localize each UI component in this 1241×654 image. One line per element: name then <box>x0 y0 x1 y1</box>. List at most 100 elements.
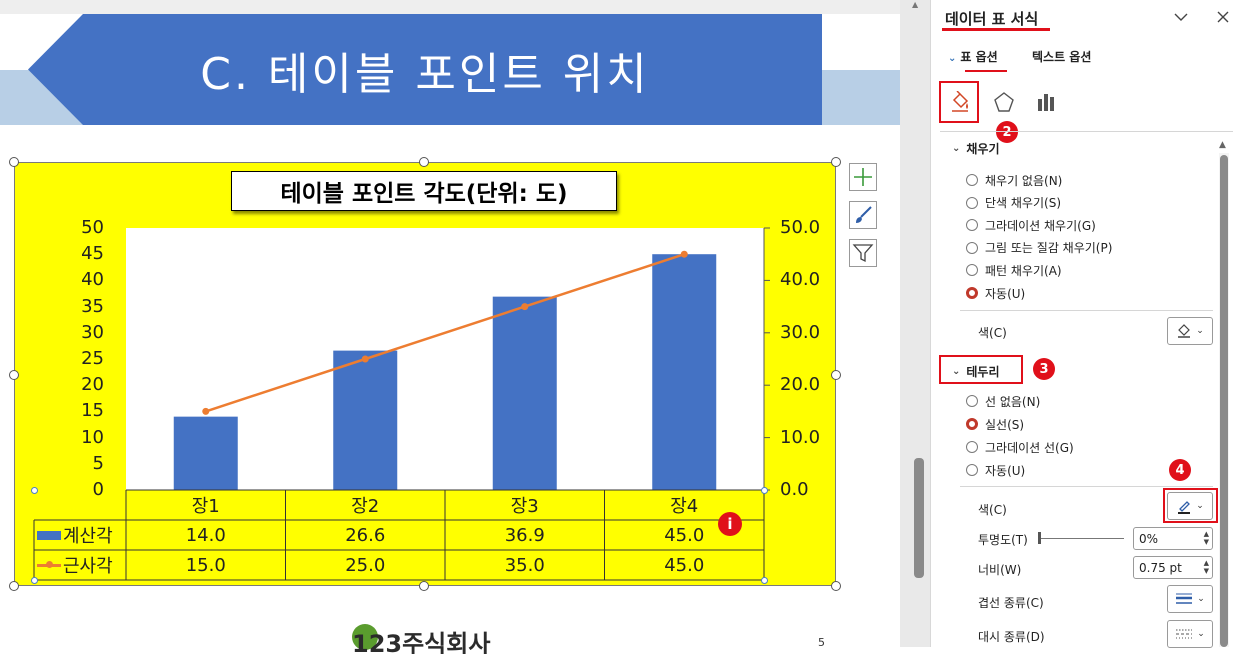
border-radio-option[interactable]: 실선(S) <box>966 416 1024 432</box>
radio-button[interactable] <box>966 395 978 407</box>
radio-button[interactable] <box>966 441 978 453</box>
compound-type-dropdown[interactable]: ⌄ <box>1167 585 1213 613</box>
border-radio-option[interactable]: 선 없음(N) <box>966 393 1040 409</box>
compound-lines-icon <box>1176 593 1193 604</box>
y-axis-tick-label: 15 <box>81 400 104 422</box>
selection-handle-top-left[interactable] <box>9 157 19 167</box>
pane-title: 데이터 표 서식 <box>945 10 1039 28</box>
width-input[interactable]: 0.75 pt ▲ ▼ <box>1133 556 1213 579</box>
divider <box>960 486 1213 487</box>
close-icon[interactable] <box>1214 8 1232 26</box>
slide-scrollbar-thumb[interactable] <box>914 458 924 578</box>
dash-type-dropdown[interactable]: ⌄ <box>1167 620 1213 648</box>
fill-section-header[interactable]: ⌄ 채우기 <box>952 140 1000 157</box>
chart-title[interactable]: 테이블 포인트 각도(단위: 도) <box>231 171 617 211</box>
y2-axis-tick-label: 40.0 <box>780 269 821 291</box>
fill-radio-option[interactable]: 패턴 채우기(A) <box>966 262 1062 278</box>
selection-handle-left[interactable] <box>9 370 19 380</box>
y2-axis-tick-label: 30.0 <box>780 321 821 343</box>
pane-scrollbar-thumb[interactable] <box>1220 155 1228 647</box>
y2-axis-tick-label: 10.0 <box>780 426 821 448</box>
chart-styles-button[interactable] <box>849 201 877 229</box>
chart-elements-button[interactable] <box>849 163 877 191</box>
transparency-slider-thumb[interactable] <box>1038 532 1041 544</box>
border-option-label: 그라데이션 선(G) <box>985 440 1074 455</box>
transparency-input[interactable]: 0% ▲ ▼ <box>1133 527 1213 550</box>
selection-handle-top-right[interactable] <box>831 157 841 167</box>
border-radio-option[interactable]: 그라데이션 선(G) <box>966 439 1074 455</box>
fill-option-label: 패턴 채우기(A) <box>985 263 1062 278</box>
brush-icon <box>856 206 872 223</box>
radio-button[interactable] <box>966 196 978 209</box>
step-badge-4: 4 <box>1169 459 1191 481</box>
y2-axis-tick-label: 20.0 <box>780 374 821 396</box>
radio-button[interactable] <box>966 464 978 476</box>
y2-axis-tick-label: 50.0 <box>780 217 821 238</box>
category-label: 장3 <box>510 496 539 517</box>
pane-title-highlight <box>942 28 1050 31</box>
selection-handle-bottom[interactable] <box>419 581 429 591</box>
selection-handle-right[interactable] <box>831 370 841 380</box>
effects-tab[interactable] <box>987 85 1021 119</box>
series-label: 근사각 <box>63 556 113 577</box>
fill-radio-option[interactable]: 채우기 없음(N) <box>966 172 1062 188</box>
pentagon-icon <box>994 92 1014 112</box>
legend-swatch-bar <box>37 530 61 540</box>
selection-handle-bottom-left[interactable] <box>9 581 19 591</box>
radio-button[interactable] <box>966 264 978 277</box>
fill-radio-option[interactable]: 단색 채우기(S) <box>966 195 1061 211</box>
plus-icon <box>854 168 872 186</box>
slide-top-strip <box>0 0 900 14</box>
tab-text-options[interactable]: 텍스트 옵션 <box>1032 48 1091 65</box>
y-axis-tick-label: 40 <box>81 269 104 291</box>
plot-area[interactable] <box>126 228 764 490</box>
y-axis-tick-label: 5 <box>92 452 104 474</box>
table-handle[interactable] <box>761 487 768 494</box>
size-properties-tab[interactable] <box>1029 85 1063 119</box>
category-label: 장2 <box>351 496 380 517</box>
radio-button[interactable] <box>966 219 978 232</box>
y-axis-tick-label: 25 <box>81 348 104 369</box>
transparency-label: 투명도(T) <box>978 533 1028 547</box>
paint-bucket-icon <box>1178 324 1191 338</box>
transparency-slider[interactable] <box>1040 538 1124 539</box>
data-table-cell: 35.0 <box>504 554 545 576</box>
category-label: 장1 <box>191 496 220 517</box>
y-axis-tick-label: 20 <box>81 374 104 396</box>
y-axis-tick-label: 50 <box>81 217 104 238</box>
step-badge-3: 3 <box>1033 358 1055 380</box>
radio-button[interactable] <box>966 241 978 254</box>
slide-title[interactable]: C. 테이블 포인트 위치 <box>28 14 822 125</box>
active-tab-underline <box>965 70 1007 72</box>
y-axis-tick-label: 30 <box>81 321 104 343</box>
table-handle[interactable] <box>31 577 38 584</box>
selection-handle-top[interactable] <box>419 157 429 167</box>
radio-button[interactable] <box>966 287 978 299</box>
y-axis-tick-label: 0 <box>92 479 104 500</box>
border-radio-option[interactable]: 자동(U) <box>966 462 1025 478</box>
fill-radio-option[interactable]: 자동(U) <box>966 285 1025 301</box>
chevron-down-icon: ⌄ <box>1196 326 1204 336</box>
tab-table-options[interactable]: ⌄ 표 옵션 <box>948 48 998 65</box>
company-logo-text: 123주식회사 <box>352 630 491 654</box>
chart-filters-button[interactable] <box>849 239 877 267</box>
fill-option-label: 자동(U) <box>985 286 1026 301</box>
slide-scroll-up-icon[interactable]: ▲ <box>912 0 918 9</box>
selection-handle-bottom-right[interactable] <box>831 581 841 591</box>
spinner-arrows-icon[interactable]: ▲ ▼ <box>1204 559 1209 575</box>
radio-button[interactable] <box>966 418 978 430</box>
fill-radio-option[interactable]: 그림 또는 질감 채우기(P) <box>966 240 1112 256</box>
spinner-arrows-icon[interactable]: ▲ ▼ <box>1204 530 1209 546</box>
radio-button[interactable] <box>966 174 978 186</box>
fill-color-dropdown[interactable]: ⌄ <box>1167 317 1213 345</box>
data-table-cell: 36.9 <box>504 524 545 546</box>
fill-option-label: 그림 또는 질감 채우기(P) <box>985 241 1113 256</box>
dash-type-label: 대시 종류(D) <box>978 630 1045 644</box>
table-handle[interactable] <box>761 577 768 584</box>
transparency-value: 0% <box>1139 531 1159 546</box>
table-handle[interactable] <box>31 487 38 494</box>
fill-radio-option[interactable]: 그라데이션 채우기(G) <box>966 217 1096 233</box>
chevron-down-icon[interactable] <box>1172 8 1190 26</box>
scroll-up-icon[interactable]: ▲ <box>1219 140 1226 150</box>
category-label: 장4 <box>670 496 699 517</box>
